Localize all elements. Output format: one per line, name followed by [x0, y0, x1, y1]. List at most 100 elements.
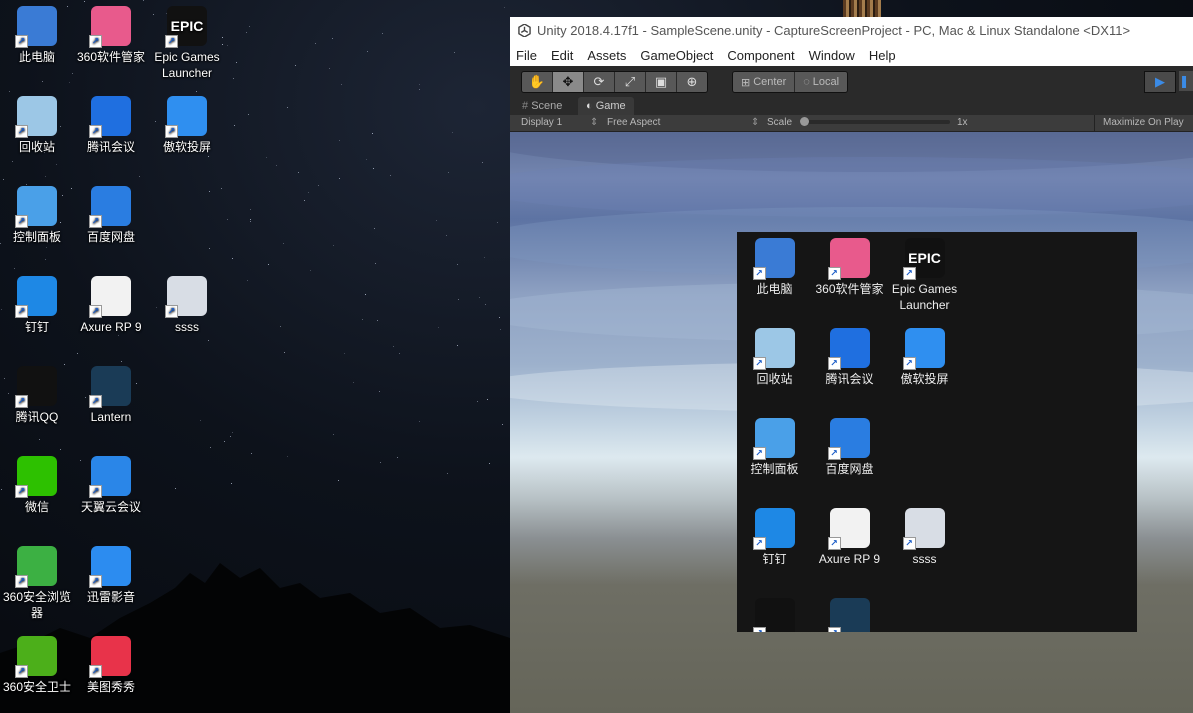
shortcut-arrow-icon: ↗	[752, 537, 766, 550]
desktop-shortcut[interactable]: ↗ 回收站	[0, 96, 74, 155]
aspect-select-arrow-icon: ⇕	[751, 117, 760, 128]
shortcut-arrow-icon: ↗	[752, 447, 766, 460]
lantern-icon: ↗	[827, 598, 870, 632]
scale-tool-icon[interactable]: ⤢	[615, 72, 646, 92]
desktop-shortcut[interactable]: EPIC ↗ Epic Games Launcher	[887, 238, 962, 313]
move-tool-icon[interactable]: ✥	[553, 72, 584, 92]
shortcut-label: 迅雷影音	[86, 590, 135, 604]
shortcut-arrow-icon: ↗	[902, 357, 916, 370]
rotate-tool-icon[interactable]: ⟳	[584, 72, 615, 92]
shortcut-label: ssss	[912, 552, 937, 566]
scale-slider-thumb[interactable]	[800, 117, 809, 126]
menu-gameobject[interactable]: GameObject	[640, 48, 713, 63]
shortcut-arrow-icon: ↗	[15, 125, 28, 138]
menu-file[interactable]: File	[516, 48, 537, 63]
desktop-shortcut[interactable]: ↗ 回收站	[737, 328, 812, 387]
desktop-shortcut[interactable]: EPIC ↗ Epic Games Launcher	[150, 6, 224, 81]
transform-tool-icon[interactable]: ⊕	[677, 72, 707, 92]
desktop-shortcut[interactable]: ↗ 360软件管家	[74, 6, 148, 65]
shortcut-arrow-icon: ↗	[89, 575, 102, 588]
shortcut-label: Axure RP 9	[818, 552, 881, 566]
360-security-icon: ↗	[15, 636, 57, 678]
desktop-shortcut[interactable]: ↗ 百度网盘	[812, 418, 887, 477]
desktop-shortcut[interactable]: ↗ 迅雷影音	[74, 546, 148, 605]
shortcut-arrow-icon: ↗	[89, 305, 102, 318]
hand-tool-icon[interactable]: ✋	[522, 72, 553, 92]
captured-screen-texture: ↗ 此电脑 ↗ 360软件管家 EPIC ↗ Epic Games Launcher ↗ 回收站…	[737, 232, 1137, 632]
shortcut-label: 百度网盘	[86, 230, 135, 244]
shortcut-arrow-icon: ↗	[89, 35, 102, 48]
desktop-shortcut[interactable]: ↗ 360安全浏览器	[0, 546, 74, 621]
game-viewport[interactable]: ↗ 此电脑 ↗ 360软件管家 EPIC ↗ Epic Games Launcher ↗ 回收站…	[510, 132, 1193, 713]
desktop-shortcut[interactable]: ↗ ssss	[887, 508, 962, 567]
maximize-on-play-button[interactable]: Maximize On Play	[1094, 115, 1184, 131]
menu-help[interactable]: Help	[869, 48, 896, 63]
desktop-shortcut[interactable]: ↗ 傲软投屏	[887, 328, 962, 387]
360-browser-icon: ↗	[15, 546, 57, 588]
shortcut-arrow-icon: ↗	[89, 215, 102, 228]
pivot-local-button[interactable]: ◌ Local	[795, 72, 848, 92]
shortcut-label: 微信	[24, 500, 49, 514]
aspect-select[interactable]: Free Aspect	[607, 115, 660, 131]
tab-game[interactable]: ◐ Game	[578, 97, 634, 115]
menu-edit[interactable]: Edit	[551, 48, 573, 63]
play-button[interactable]: ▶	[1144, 71, 1176, 93]
desktop-shortcut[interactable]: ↗ 微信	[0, 456, 74, 515]
game-view-bar: Display 1 ⇕ Free Aspect ⇕ Scale 1x Maxim…	[510, 115, 1193, 132]
tab-scene[interactable]: # Scene	[514, 97, 570, 115]
pivot-center-button[interactable]: ⊞ Center	[733, 72, 796, 92]
epic-games-icon: EPIC ↗	[165, 6, 207, 48]
desktop-shortcut[interactable]: ↗ ssss	[150, 276, 224, 335]
shortcut-label: 傲软投屏	[900, 372, 949, 386]
desktop-shortcut[interactable]: ↗ Axure RP 9	[812, 508, 887, 567]
title-bar[interactable]: Unity 2018.4.17f1 - SampleScene.unity - …	[510, 17, 1193, 44]
rect-tool-icon[interactable]: ▣	[646, 72, 677, 92]
desktop-shortcut[interactable]: ↗ 360安全卫士	[0, 636, 74, 695]
control-panel-icon: ↗	[752, 418, 795, 460]
shortcut-arrow-icon: ↗	[827, 267, 841, 280]
axure-icon: ↗	[89, 276, 131, 318]
desktop-shortcut[interactable]: ↗ Lantern	[74, 366, 148, 425]
display-select[interactable]: Display 1	[521, 115, 562, 131]
desktop-shortcut[interactable]: ↗ 百度网盘	[74, 186, 148, 245]
shortcut-label: 此电脑	[18, 50, 55, 64]
menu-assets[interactable]: Assets	[587, 48, 626, 63]
shortcut-arrow-icon: ↗	[902, 267, 916, 280]
xunlei-player-icon: ↗	[89, 546, 131, 588]
shortcut-arrow-icon: ↗	[165, 125, 178, 138]
desktop-shortcut[interactable]: ↗ 此电脑	[0, 6, 74, 65]
shortcut-label: 天翼云会议	[80, 500, 141, 514]
desktop-shortcut[interactable]: ↗ 腾讯会议	[74, 96, 148, 155]
meitu-icon: ↗	[89, 636, 131, 678]
menu-window[interactable]: Window	[809, 48, 855, 63]
shortcut-label: Epic Games Launcher	[891, 282, 958, 312]
shortcut-label: 钉钉	[24, 320, 49, 334]
pause-button[interactable]: ❚	[1179, 71, 1193, 91]
desktop-shortcut[interactable]: ↗ 此电脑	[737, 238, 812, 297]
desktop-shortcut[interactable]: ↗ 控制面板	[737, 418, 812, 477]
desktop-shortcut[interactable]: ↗ 美图秀秀	[74, 636, 148, 695]
unity-editor-window: Unity 2018.4.17f1 - SampleScene.unity - …	[510, 17, 1193, 713]
taskbar-thumbnail	[843, 0, 881, 17]
desktop-shortcut[interactable]: ↗ 傲软投屏	[150, 96, 224, 155]
scale-slider[interactable]	[800, 117, 950, 126]
qq-icon: ↗	[752, 598, 795, 632]
desktop-shortcut[interactable]: ↗ 控制面板	[0, 186, 74, 245]
shortcut-label: 回收站	[18, 140, 55, 154]
file-icon: ↗	[165, 276, 207, 318]
desktop-shortcut[interactable]: ↗	[737, 598, 812, 632]
desktop-shortcut[interactable]: ↗ 天翼云会议	[74, 456, 148, 515]
desktop-shortcut[interactable]: ↗ Axure RP 9	[74, 276, 148, 335]
qq-icon: ↗	[15, 366, 57, 408]
desktop-shortcut[interactable]: ↗ 腾讯QQ	[0, 366, 74, 425]
scale-label: Scale	[767, 117, 793, 128]
shortcut-arrow-icon: ↗	[15, 395, 28, 408]
desktop-shortcut[interactable]: ↗ 钉钉	[0, 276, 74, 335]
desktop-shortcut[interactable]: ↗	[812, 598, 887, 632]
desktop-shortcut[interactable]: ↗ 腾讯会议	[812, 328, 887, 387]
desktop-shortcut[interactable]: ↗ 360软件管家	[812, 238, 887, 297]
apowermirror-icon: ↗	[165, 96, 207, 138]
menu-component[interactable]: Component	[727, 48, 794, 63]
desktop-shortcut[interactable]: ↗ 钉钉	[737, 508, 812, 567]
shortcut-label: 傲软投屏	[162, 140, 211, 154]
